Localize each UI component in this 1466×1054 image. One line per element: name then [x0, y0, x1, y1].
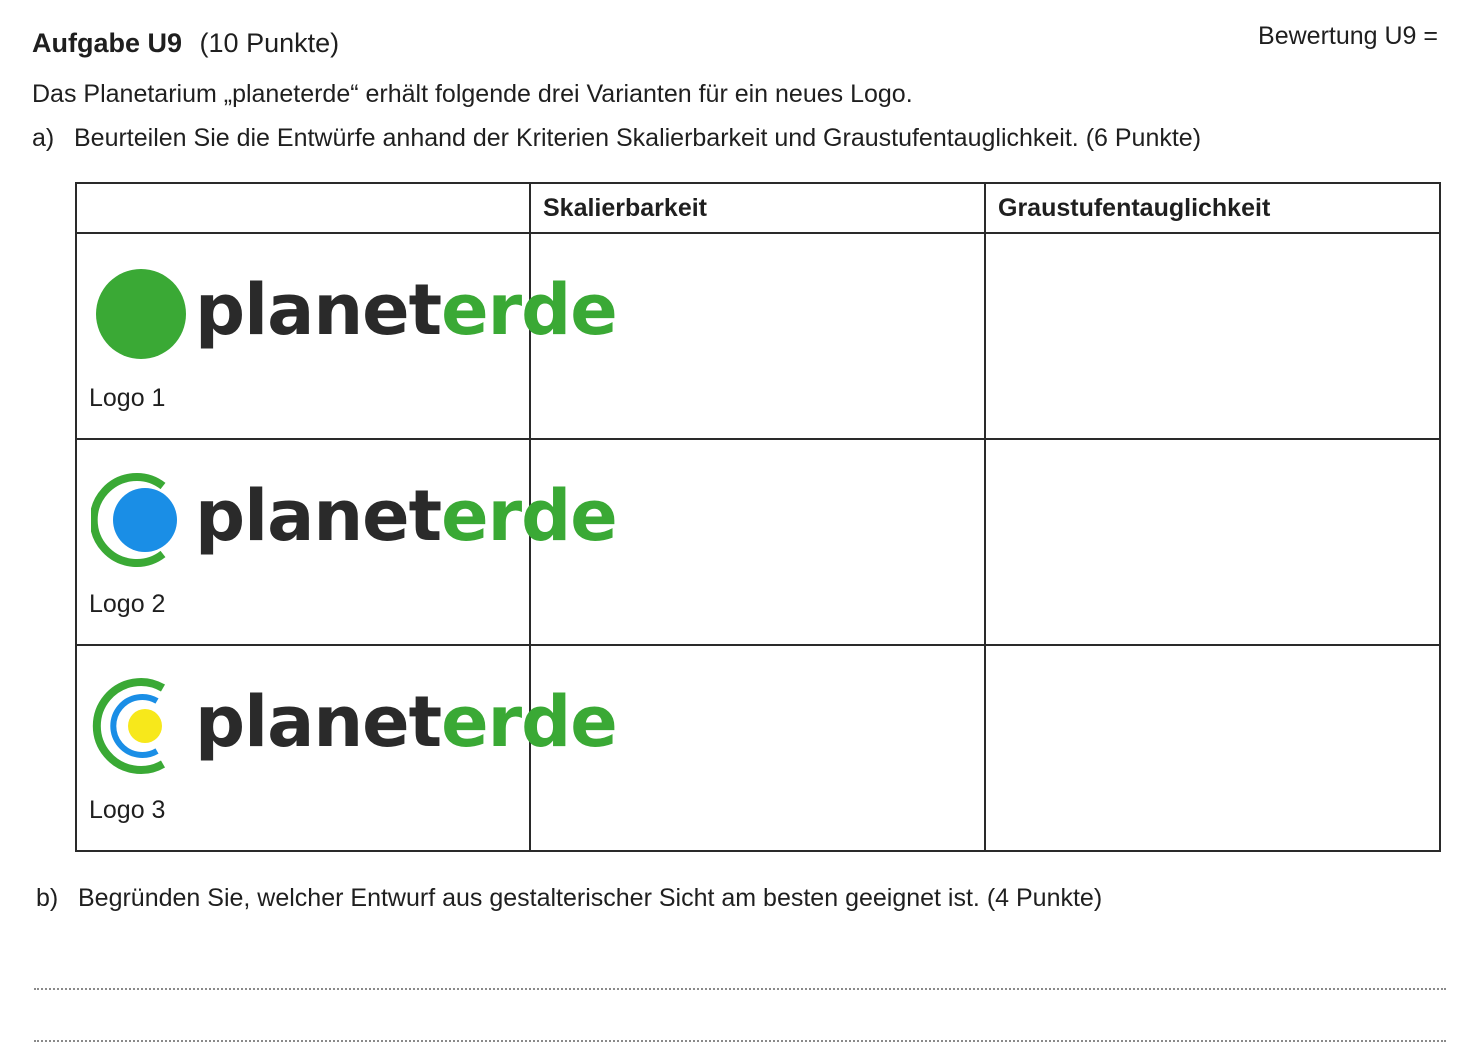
header-graustufentauglichkeit: Graustufentauglichkeit — [984, 182, 1441, 234]
answer-cell-graustufen-3[interactable] — [984, 644, 1441, 852]
wordmark-erde: erde — [441, 681, 618, 763]
logo-3-wordmark: planeterde — [195, 681, 618, 763]
wordmark-erde: erde — [441, 475, 618, 557]
table-row: planeterde Logo 1 — [75, 232, 1441, 440]
answer-cell-graustufen-2[interactable] — [984, 438, 1441, 646]
part-b-letter: b) — [36, 884, 59, 912]
evaluation-table: Skalierbarkeit Graustufentauglichkeit pl… — [75, 182, 1441, 852]
table-row: planeterde Logo 3 — [75, 644, 1441, 852]
logo-3-caption: Logo 3 — [89, 796, 166, 824]
answer-line[interactable] — [34, 1040, 1446, 1042]
task-points: (10 Punkte) — [199, 28, 340, 58]
logo-1-caption: Logo 1 — [89, 384, 166, 412]
wordmark-erde: erde — [441, 269, 618, 351]
logo-2-wordmark: planeterde — [195, 475, 618, 557]
wordmark-planet: planet — [195, 269, 442, 351]
header-empty — [75, 182, 531, 234]
logo-2-blue-circle-green-arc-icon — [91, 473, 177, 567]
part-a-letter: a) — [32, 124, 55, 152]
rating-label: Bewertung U9 = — [1258, 22, 1438, 50]
task-name: Aufgabe U9 — [32, 28, 183, 58]
answer-cell-graustufen-1[interactable] — [984, 232, 1441, 440]
logo-1-wordmark: planeterde — [195, 269, 618, 351]
table-header-row: Skalierbarkeit Graustufentauglichkeit — [75, 182, 1441, 234]
logo-3-yellow-circle-blue-green-arcs-icon — [92, 678, 166, 774]
wordmark-planet: planet — [195, 475, 442, 557]
logo-1-green-circle-icon — [96, 269, 186, 359]
wordmark-planet: planet — [195, 681, 442, 763]
task-header: Aufgabe U9 (10 Punkte) — [32, 28, 339, 59]
part-b-text: Begründen Sie, welcher Entwurf aus gesta… — [78, 884, 1103, 912]
header-skalierbarkeit: Skalierbarkeit — [529, 182, 986, 234]
answer-line[interactable] — [34, 988, 1446, 990]
logo-1-cell: planeterde Logo 1 — [75, 232, 618, 440]
intro-text: Das Planetarium „planeterde“ erhält folg… — [32, 80, 913, 108]
part-a-question: a) Beurteilen Sie die Entwürfe anhand der… — [32, 124, 1201, 153]
logo-3-cell: planeterde Logo 3 — [75, 644, 618, 852]
logo-2-cell: planeterde Logo 2 — [75, 438, 618, 646]
part-a-text: Beurteilen Sie die Entwürfe anhand der K… — [74, 124, 1202, 152]
logo-2-caption: Logo 2 — [89, 590, 166, 618]
table-row: planeterde Logo 2 — [75, 438, 1441, 646]
part-b-question: b) Begründen Sie, welcher Entwurf aus ges… — [36, 884, 1102, 913]
